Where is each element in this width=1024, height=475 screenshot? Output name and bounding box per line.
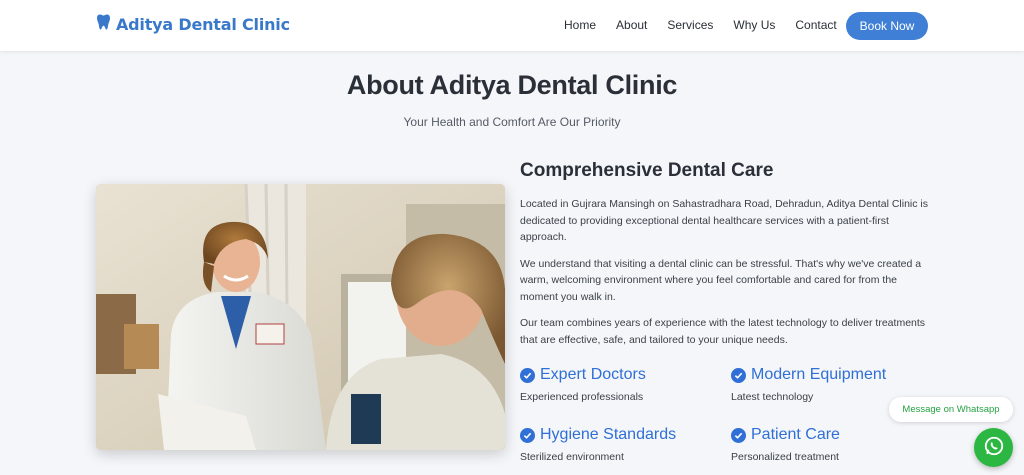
feature-title: Modern Equipment (751, 366, 887, 383)
nav-contact[interactable]: Contact (795, 18, 836, 32)
about-paragraph-2: We understand that visiting a dental cli… (520, 257, 922, 303)
tooth-icon (97, 14, 110, 34)
feature-title: Hygiene Standards (540, 426, 677, 443)
whatsapp-label[interactable]: Message on Whatsapp (889, 397, 1013, 422)
check-circle-icon (520, 427, 535, 443)
page-title: About Aditya Dental Clinic (346, 70, 678, 100)
feature-title: Expert Doctors (540, 366, 646, 383)
page-subtitle: Your Health and Comfort Are Our Priority (403, 115, 621, 129)
feature-desc: Personalized treatment (731, 451, 839, 463)
book-now-button[interactable]: Book Now (846, 12, 928, 40)
check-circle-icon (731, 367, 746, 383)
nav-about[interactable]: About (616, 18, 647, 32)
about-paragraph-3: Our team combines years of experience wi… (520, 317, 926, 346)
check-circle-icon (731, 427, 746, 443)
nav-services[interactable]: Services (667, 18, 713, 32)
feature-desc: Sterilized environment (520, 451, 624, 463)
about-paragraph-1: Located in Gujrara Mansingh on Sahastrad… (520, 198, 928, 243)
brand-name: Aditya Dental Clinic (116, 14, 290, 34)
whatsapp-icon (983, 435, 1005, 461)
features-grid: Expert Doctors Experienced professionals… (520, 366, 930, 475)
check-circle-icon (520, 367, 535, 383)
feature-desc: Experienced professionals (520, 391, 644, 403)
navbar: Aditya Dental Clinic Home About Services… (0, 0, 1024, 51)
clinic-photo (96, 184, 505, 450)
brand-logo[interactable]: Aditya Dental Clinic (97, 14, 290, 34)
feature-patient-care: Patient Care Personalized treatment (731, 426, 931, 463)
nav-why-us[interactable]: Why Us (733, 18, 775, 32)
about-content: Comprehensive Dental Care Located in Guj… (520, 160, 930, 358)
whatsapp-button[interactable] (974, 428, 1013, 467)
feature-title: Patient Care (751, 426, 840, 443)
nav-home[interactable]: Home (564, 18, 596, 32)
nav-links: Home About Services Why Us Contact (564, 18, 857, 32)
feature-expert-doctors: Expert Doctors Experienced professionals (520, 366, 720, 403)
section-heading: Comprehensive Dental Care (520, 160, 774, 181)
feature-hygiene-standards: Hygiene Standards Sterilized environment (520, 426, 720, 463)
